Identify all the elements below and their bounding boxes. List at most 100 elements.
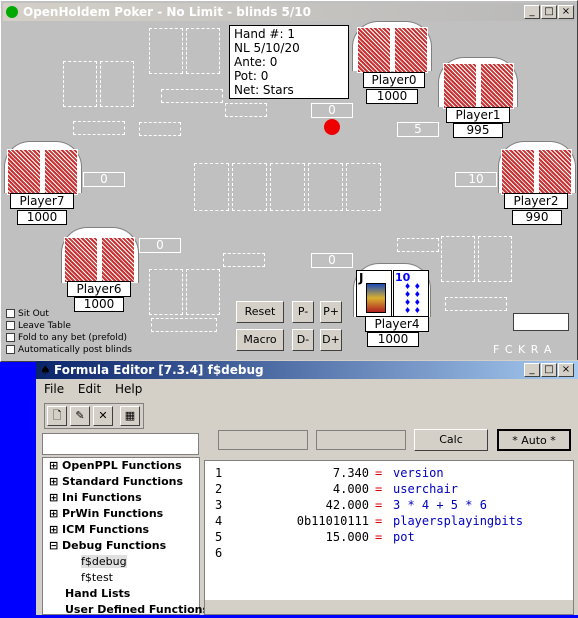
action-flags: F C K R A: [493, 343, 553, 356]
player4-balance: 1000: [367, 332, 419, 347]
board-card-slot-1: [194, 163, 229, 211]
sit-out-checkbox[interactable]: Sit Out: [6, 309, 49, 320]
player7-bet: 0: [83, 172, 125, 187]
prefold-checkbox[interactable]: Fold to any bet (prefold): [6, 333, 127, 344]
tree-node[interactable]: ⊞ Ini Functions: [43, 490, 199, 506]
player4-name: Player4: [365, 316, 429, 332]
tree-leaf-selected[interactable]: f$debug: [43, 554, 199, 570]
info-line: Pot: 0: [234, 69, 269, 83]
board-card-slot-2: [232, 163, 267, 211]
horizontal-scrollbar[interactable]: [205, 600, 573, 614]
empty-card-slot: [441, 236, 475, 282]
player7-name: Player7: [10, 193, 74, 209]
result-field-1: [218, 430, 308, 450]
editor-title: Formula Editor [7.3.4] f$debug: [54, 363, 264, 377]
diamond-pips: ♦ ♦ ♦ ♦ ♦ ♦ ♦ ♦: [404, 282, 421, 315]
empty-card-slot: [186, 28, 220, 74]
empty-card-slot: [63, 61, 97, 107]
auto-button[interactable]: * Auto *: [497, 429, 571, 451]
player2-bet: 10: [455, 172, 497, 187]
board-card-slot-3: [270, 163, 305, 211]
info-line: Net: Stars: [234, 83, 294, 97]
info-line: Ante: 0: [234, 55, 278, 69]
empty-card-slot: [149, 28, 183, 74]
close-button[interactable]: ×: [558, 363, 574, 377]
code-editor[interactable]: 1 7.340 = version 2 4.000 = userchair 3 42.000 =…: [204, 460, 574, 615]
tree-node[interactable]: User Defined Functions: [43, 602, 209, 618]
reset-button[interactable]: Reset: [236, 301, 284, 323]
code-line: 6: [215, 546, 223, 560]
card-back: [394, 27, 428, 73]
card-back: [64, 237, 98, 283]
menu-file[interactable]: File: [44, 382, 64, 396]
p-plus-button[interactable]: P+: [320, 301, 342, 323]
poker-window: OpenHoldem Poker - No Limit - blinds 5/1…: [0, 0, 578, 362]
minimize-button[interactable]: _: [524, 363, 540, 377]
rename-icon[interactable]: ✎: [70, 406, 90, 426]
formula-editor-window: ♠ Formula Editor [7.3.4] f$debug _ □ × F…: [36, 360, 578, 618]
tree-node[interactable]: ⊞ OpenPPL Functions: [43, 458, 199, 474]
spade-icon: ♠: [40, 363, 51, 377]
code-line: 4 0b11010111 = playersplayingbits: [215, 514, 524, 528]
empty-name-slot: [151, 318, 217, 332]
grid-icon[interactable]: ▦: [120, 406, 140, 426]
menu-edit[interactable]: Edit: [78, 382, 101, 396]
board-card-slot-4: [308, 163, 343, 211]
code-line: 5 15.000 = pot: [215, 530, 415, 544]
d-minus-button[interactable]: D-: [292, 329, 314, 351]
tree-leaf[interactable]: f$test: [43, 570, 199, 586]
card-back: [501, 149, 535, 195]
maximize-button[interactable]: □: [541, 5, 557, 19]
empty-name-slot: [445, 297, 507, 311]
autopost-checkbox[interactable]: Automatically post blinds: [6, 345, 132, 356]
bet-amount-input[interactable]: [513, 313, 569, 331]
tree-node[interactable]: ⊞ ICM Functions: [43, 522, 199, 538]
close-button[interactable]: ×: [558, 5, 574, 19]
empty-bet-slot: [223, 253, 265, 267]
calc-button[interactable]: Calc: [414, 429, 488, 451]
player4-bet: 0: [311, 253, 353, 268]
hand-info-box: Hand #: 1 NL 5/10/20 Ante: 0 Pot: 0 Net:…: [229, 25, 349, 99]
macro-button[interactable]: Macro: [236, 329, 284, 351]
empty-card-slot: [478, 236, 512, 282]
code-line: 1 7.340 = version: [215, 466, 444, 480]
d-plus-button[interactable]: D+: [320, 329, 342, 351]
app-icon: [6, 6, 18, 18]
checkbox-label: Leave Table: [18, 321, 71, 331]
toolbar: 🗋 ✎ ✕ ▦: [44, 403, 144, 429]
editor-titlebar: ♠ Formula Editor [7.3.4] f$debug: [36, 361, 578, 379]
minimize-button[interactable]: _: [524, 5, 540, 19]
empty-card-slot: [100, 61, 134, 107]
card-back: [480, 63, 514, 109]
empty-name-slot: [73, 121, 125, 135]
info-line: Hand #: 1: [234, 27, 295, 41]
p-minus-button[interactable]: P-: [292, 301, 314, 323]
checkbox-label: Fold to any bet (prefold): [18, 333, 128, 343]
card-back: [357, 27, 391, 73]
empty-name-slot: [161, 89, 223, 103]
card-back: [44, 149, 78, 195]
card-back: [443, 63, 477, 109]
info-line: NL 5/10/20: [234, 41, 300, 55]
tree-node[interactable]: ⊞ PrWin Functions: [43, 506, 199, 522]
player0-bet: 0: [311, 103, 353, 118]
filter-input[interactable]: [42, 433, 199, 455]
board-card-slot-5: [346, 163, 381, 211]
maximize-button[interactable]: □: [541, 363, 557, 377]
tree-node[interactable]: ⊟ Debug Functions: [43, 538, 199, 554]
hero-card-ten-of-diamonds: 10 ♦ ♦ ♦ ♦ ♦ ♦ ♦ ♦: [393, 270, 429, 317]
empty-card-slot: [186, 269, 220, 315]
function-tree: ⊞ OpenPPL Functions ⊞ Standard Functions…: [42, 457, 209, 618]
menu-help[interactable]: Help: [115, 382, 142, 396]
tree-node[interactable]: Hand Lists: [43, 586, 199, 602]
empty-bet-slot: [139, 122, 181, 136]
player6-name: Player6: [67, 281, 131, 297]
poker-titlebar: OpenHoldem Poker - No Limit - blinds 5/1…: [3, 3, 575, 21]
checkbox-label: Sit Out: [18, 309, 49, 319]
player1-bet: 5: [397, 122, 439, 137]
leave-table-checkbox[interactable]: Leave Table: [6, 321, 71, 332]
delete-icon[interactable]: ✕: [93, 406, 113, 426]
tree-node[interactable]: ⊞ Standard Functions: [43, 474, 199, 490]
empty-bet-slot: [225, 103, 267, 117]
new-icon[interactable]: 🗋: [47, 406, 67, 426]
